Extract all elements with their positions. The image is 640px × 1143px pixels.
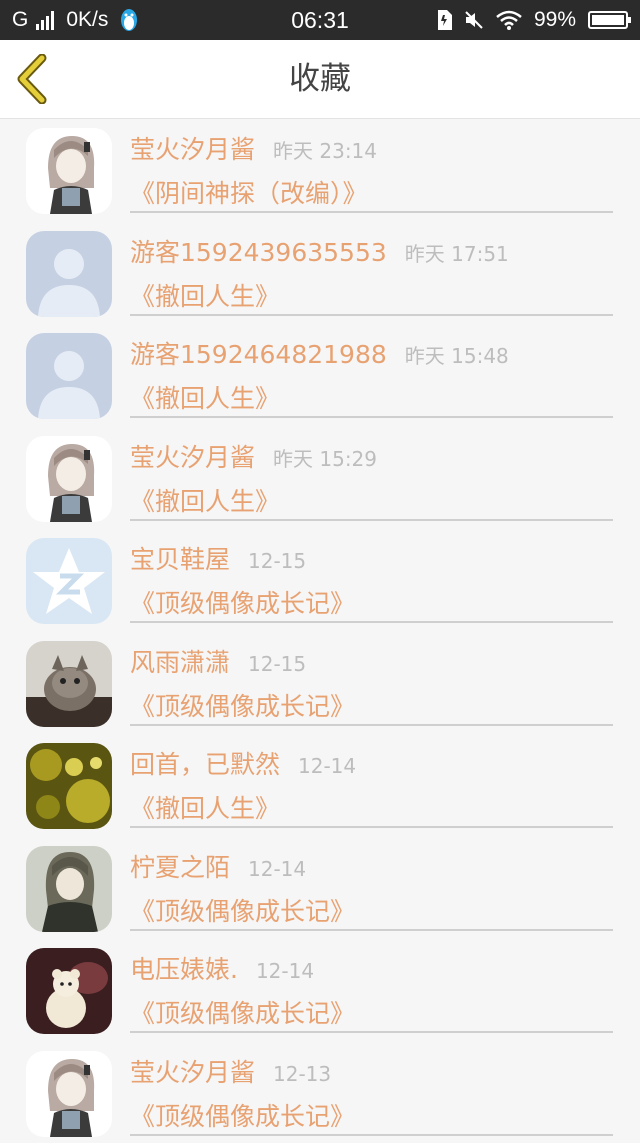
favorite-item[interactable]: 宝贝鞋屋 12-15 《顶级偶像成长记》	[0, 528, 640, 631]
header: 收藏	[0, 40, 640, 119]
timestamp: 12-14	[248, 857, 306, 881]
user-name[interactable]: 回首，已默然	[130, 745, 280, 781]
book-title-link[interactable]: 《顶级偶像成长记》	[130, 687, 355, 723]
favorite-meta: 莹火汐月酱昨天 23:14	[130, 130, 377, 166]
divider	[130, 929, 613, 931]
status-bar: G 0K/s 06:31 99%	[0, 0, 640, 40]
avatar[interactable]	[26, 436, 112, 522]
book-title-link[interactable]: 《顶级偶像成长记》	[130, 892, 355, 928]
timestamp: 昨天 15:29	[273, 443, 377, 472]
favorite-item[interactable]: 莹火汐月酱 12-13 《顶级偶像成长记》	[0, 1041, 640, 1143]
favorite-meta: 莹火汐月酱 12-13	[130, 1053, 331, 1089]
favorite-meta: 柠夏之陌 12-14	[130, 848, 306, 884]
divider	[130, 211, 613, 213]
favorite-meta: 回首，已默然 12-14	[130, 745, 356, 781]
avatar[interactable]	[26, 538, 112, 624]
favorite-item[interactable]: 游客1592464821988 昨天 15:48 《撤回人生》	[0, 323, 640, 426]
avatar[interactable]	[26, 846, 112, 932]
user-name[interactable]: 游客1592464821988	[130, 335, 387, 371]
timestamp: 12-14	[256, 959, 314, 983]
book-title-link[interactable]: 《顶级偶像成长记》	[130, 584, 355, 620]
favorite-meta: 莹火汐月酱昨天 15:29	[130, 438, 377, 474]
favorite-meta: 宝贝鞋屋 12-15	[130, 540, 306, 576]
battery-icon	[588, 11, 628, 29]
avatar[interactable]	[26, 128, 112, 214]
divider	[130, 826, 613, 828]
book-title-link[interactable]: 《撤回人生》	[130, 379, 280, 415]
divider	[130, 724, 613, 726]
favorite-item[interactable]: 莹火汐月酱昨天 15:29 《撤回人生》	[0, 426, 640, 529]
status-right: 99%	[436, 0, 628, 40]
timestamp: 12-15	[248, 549, 306, 573]
avatar[interactable]	[26, 1051, 112, 1137]
favorite-item[interactable]: 电压婊婊. 12-14 《顶级偶像成长记》	[0, 938, 640, 1041]
divider	[130, 1031, 613, 1033]
book-title-link[interactable]: 《阴间神探（改编）》	[130, 174, 368, 210]
timestamp: 昨天 23:14	[273, 135, 377, 164]
user-name[interactable]: 宝贝鞋屋	[130, 540, 230, 576]
divider	[130, 416, 613, 418]
timestamp: 12-15	[248, 652, 306, 676]
favorites-list: 莹火汐月酱昨天 23:14《阴间神探（改编）》游客1592439635553昨天…	[0, 118, 640, 1143]
divider	[130, 621, 613, 623]
timestamp: 昨天 15:48	[405, 340, 509, 369]
battery-level	[592, 15, 624, 25]
avatar[interactable]	[26, 231, 112, 317]
page-title: 收藏	[0, 40, 640, 118]
favorite-item[interactable]: 回首，已默然 12-14 《撤回人生》	[0, 733, 640, 836]
favorite-item[interactable]: 柠夏之陌 12-14 《顶级偶像成长记》	[0, 836, 640, 939]
avatar[interactable]	[26, 948, 112, 1034]
sim-card-icon	[436, 10, 452, 30]
favorite-meta: 风雨潇潇 12-15	[130, 643, 306, 679]
book-title-link[interactable]: 《顶级偶像成长记》	[130, 1097, 355, 1133]
favorite-meta: 游客1592464821988 昨天 15:48	[130, 335, 509, 371]
divider	[130, 519, 613, 521]
timestamp: 12-14	[298, 754, 356, 778]
avatar[interactable]	[26, 333, 112, 419]
user-name[interactable]: 莹火汐月酱	[130, 130, 255, 166]
avatar[interactable]	[26, 641, 112, 727]
book-title-link[interactable]: 《撤回人生》	[130, 277, 280, 313]
book-title-link[interactable]: 《撤回人生》	[130, 482, 280, 518]
divider	[130, 314, 613, 316]
favorite-meta: 电压婊婊. 12-14	[130, 950, 314, 986]
user-name[interactable]: 莹火汐月酱	[130, 438, 255, 474]
timestamp: 昨天 17:51	[405, 238, 509, 267]
timestamp: 12-13	[273, 1062, 331, 1086]
favorite-item[interactable]: 风雨潇潇 12-15 《顶级偶像成长记》	[0, 631, 640, 734]
book-title-link[interactable]: 《撤回人生》	[130, 789, 280, 825]
wifi-icon	[496, 10, 522, 30]
favorite-item[interactable]: 莹火汐月酱昨天 23:14 《阴间神探（改编）》	[0, 118, 640, 221]
user-name[interactable]: 游客1592439635553	[130, 233, 387, 269]
mute-icon	[464, 10, 484, 30]
user-name[interactable]: 柠夏之陌	[130, 848, 230, 884]
user-name[interactable]: 风雨潇潇	[130, 643, 230, 679]
book-title-link[interactable]: 《顶级偶像成长记》	[130, 994, 355, 1030]
user-name[interactable]: 电压婊婊.	[130, 950, 238, 986]
avatar[interactable]	[26, 743, 112, 829]
battery-percent: 99%	[534, 8, 576, 32]
user-name[interactable]: 莹火汐月酱	[130, 1053, 255, 1089]
divider	[130, 1134, 613, 1136]
favorite-item[interactable]: 游客1592439635553 昨天 17:51 《撤回人生》	[0, 221, 640, 324]
favorite-meta: 游客1592439635553 昨天 17:51	[130, 233, 509, 269]
